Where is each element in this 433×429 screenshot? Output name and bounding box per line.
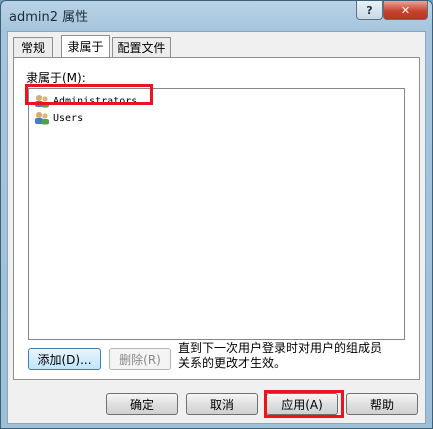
window-title: admin2 属性 <box>9 10 89 25</box>
title-bar[interactable]: admin2 属性 ? ✕ <box>1 1 432 29</box>
remove-button[interactable]: 删除(R) <box>109 348 171 370</box>
close-icon: ✕ <box>400 3 411 17</box>
help-icon: ? <box>366 3 373 17</box>
tab-general[interactable]: 常规 <box>13 37 53 57</box>
ok-button[interactable]: 确定 <box>106 393 178 415</box>
cancel-button[interactable]: 取消 <box>186 393 258 415</box>
add-button[interactable]: 添加(D)... <box>28 348 101 370</box>
administrators-highlight <box>25 84 153 105</box>
membership-note: 直到下一次用户登录时对用户的组成员关系的更改才生效。 <box>178 341 383 370</box>
apply-highlight <box>264 390 344 418</box>
list-item-users[interactable]: Users <box>34 110 83 126</box>
member-of-panel: 隶属于(M): Administrators Users 添加(D)... 删除… <box>13 57 420 380</box>
properties-window: admin2 属性 ? ✕ 常规 隶属于 配置文件 隶属于(M): Admini… <box>0 0 433 429</box>
group-icon <box>35 112 49 125</box>
group-name: Users <box>53 112 84 124</box>
tab-member-of[interactable]: 隶属于 <box>61 35 110 57</box>
tab-profile[interactable]: 配置文件 <box>112 37 171 57</box>
help-title-button[interactable]: ? <box>356 1 383 20</box>
close-button[interactable]: ✕ <box>383 1 428 20</box>
help-button[interactable]: 帮助 <box>346 393 418 415</box>
group-listbox[interactable]: Administrators Users <box>28 88 405 340</box>
